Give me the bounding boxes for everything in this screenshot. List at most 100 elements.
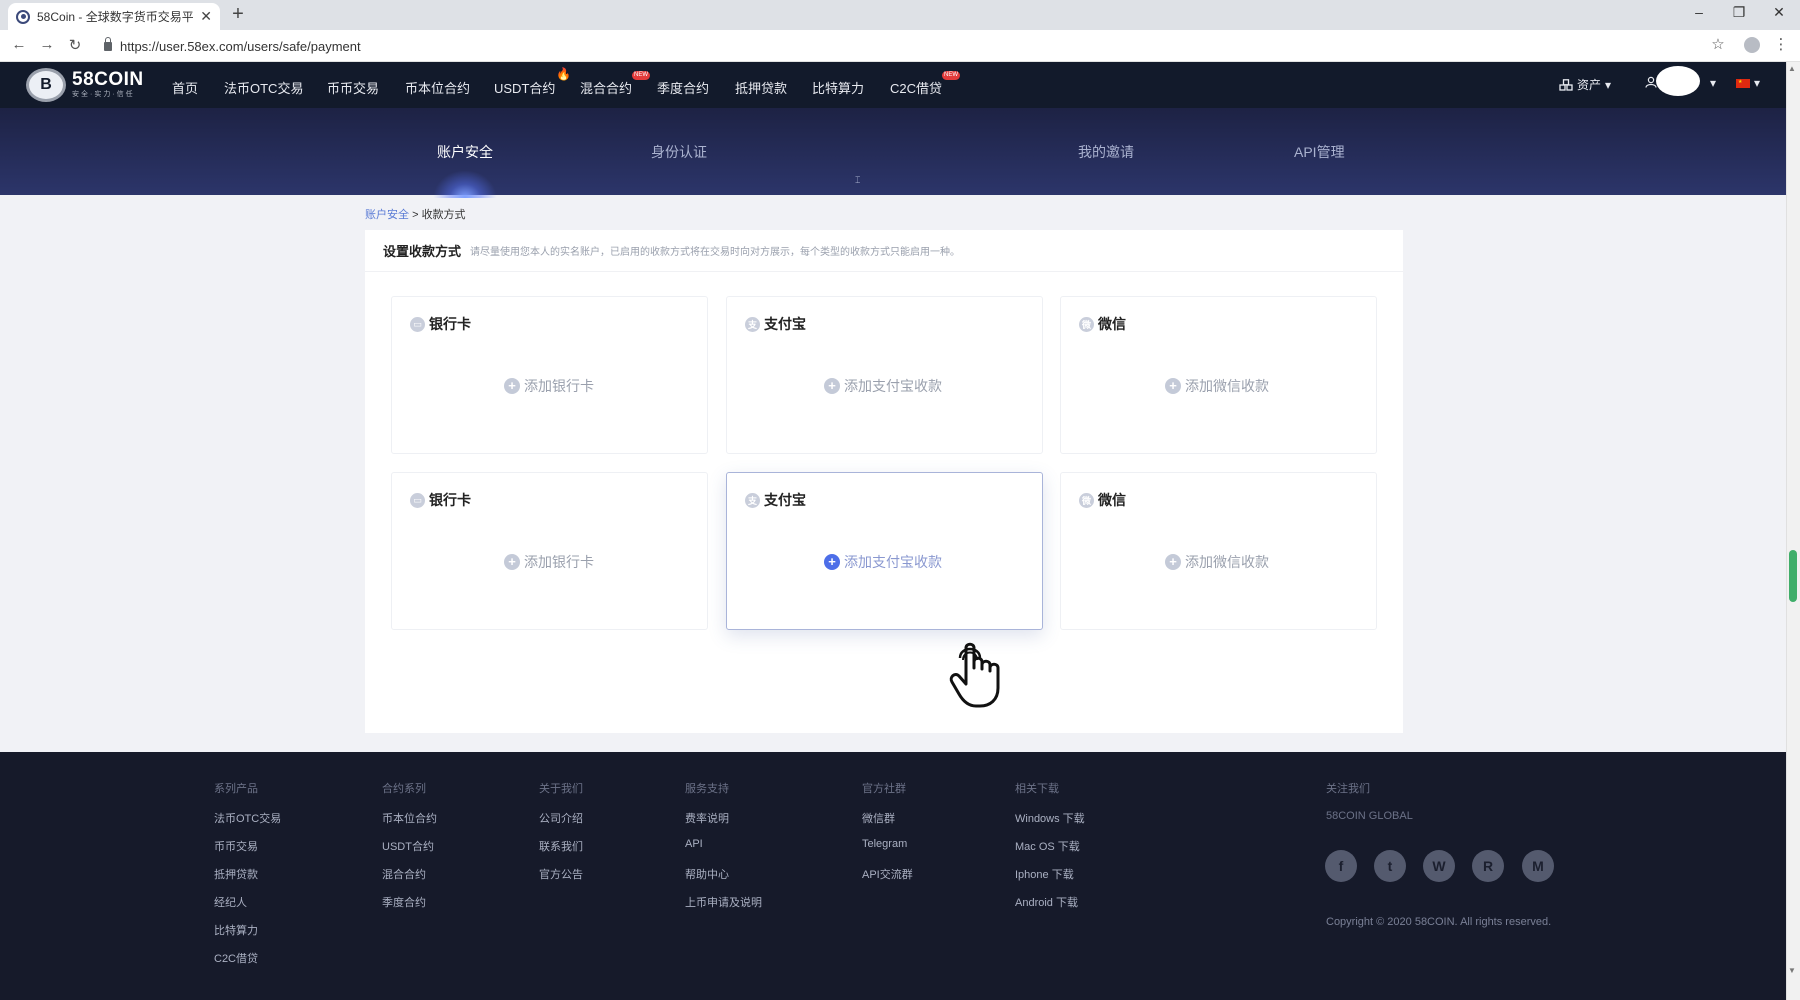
browser-tab[interactable]: 58Coin - 全球数字货币交易平台 ✕ xyxy=(8,3,220,30)
new-badge: NEW xyxy=(632,71,650,80)
add-alipay-button[interactable]: + 添加支付宝收款 xyxy=(824,376,942,396)
footer-link[interactable]: 微信群 xyxy=(862,810,895,826)
tab-account-security[interactable]: 账户安全 xyxy=(437,142,493,162)
collapse-icon[interactable]: ⌶ xyxy=(855,175,860,186)
reload-button[interactable]: ↻ xyxy=(64,36,86,54)
footer-link[interactable]: 官方公告 xyxy=(539,866,583,882)
add-label: 添加银行卡 xyxy=(524,378,594,394)
footer-link[interactable]: Iphone 下载 xyxy=(1015,866,1074,882)
bookmark-star-icon[interactable]: ☆ xyxy=(1707,35,1729,53)
footer-link[interactable]: API xyxy=(685,838,703,850)
nav-mixed-futures[interactable]: 混合合约 xyxy=(580,78,632,97)
footer-link[interactable]: C2C借贷 xyxy=(214,950,258,966)
minimize-button[interactable]: – xyxy=(1684,4,1714,20)
forward-button[interactable]: → xyxy=(36,36,58,53)
footer-link[interactable]: 上币申请及说明 xyxy=(685,894,762,910)
plus-circle-icon: + xyxy=(504,554,520,570)
add-wechat-button[interactable]: + 添加微信收款 xyxy=(1165,552,1269,572)
twitter-icon[interactable]: t xyxy=(1374,850,1406,882)
footer-link[interactable]: USDT合约 xyxy=(382,838,434,854)
panel-header: 设置收款方式 请尽量使用您本人的实名账户，已启用的收款方式将在交易时向对方展示，… xyxy=(365,230,1403,272)
scroll-up-icon[interactable]: ▲ xyxy=(1788,64,1796,73)
card-title-text: 支付宝 xyxy=(764,316,806,332)
footer-link[interactable]: 法币OTC交易 xyxy=(214,810,281,826)
site-logo[interactable]: B 58COIN 安全·实力·信任 xyxy=(26,68,144,102)
tab-identity-verification[interactable]: 身份认证 xyxy=(651,142,707,162)
nav-spot[interactable]: 币币交易 xyxy=(327,78,379,97)
back-button[interactable]: ← xyxy=(8,36,30,53)
plus-circle-icon: + xyxy=(824,378,840,394)
breadcrumb-current: 收款方式 xyxy=(421,209,466,221)
tab-close-icon[interactable]: ✕ xyxy=(200,8,212,25)
footer-global-label: 58COIN GLOBAL xyxy=(1326,810,1413,822)
footer-link[interactable]: 比特算力 xyxy=(214,922,258,938)
nav-c2c-lending[interactable]: C2C借贷 xyxy=(890,78,942,97)
language-menu[interactable]: ★ ▾ xyxy=(1736,76,1760,90)
breadcrumb-link-account-security[interactable]: 账户安全 xyxy=(365,209,409,221)
url-field[interactable]: https://user.58ex.com/users/safe/payment xyxy=(100,34,1700,58)
hand-cursor-icon xyxy=(949,642,1000,708)
add-alipay-button[interactable]: + 添加支付宝收款 xyxy=(824,552,942,572)
plus-circle-icon: + xyxy=(824,554,840,570)
footer-link[interactable]: 公司介绍 xyxy=(539,810,583,826)
add-label: 添加支付宝收款 xyxy=(844,378,942,394)
chevron-down-icon: ▾ xyxy=(1754,76,1761,90)
new-tab-button[interactable]: + xyxy=(228,3,248,27)
assets-menu[interactable]: 资产 ▾ xyxy=(1559,76,1611,93)
footer-link[interactable]: API交流群 xyxy=(862,866,913,882)
footer-link[interactable]: 币币交易 xyxy=(214,838,258,854)
add-wechat-button[interactable]: + 添加微信收款 xyxy=(1165,376,1269,396)
nav-quarterly-futures[interactable]: 季度合约 xyxy=(657,78,709,97)
nav-usdt-futures[interactable]: USDT合约 xyxy=(494,78,555,97)
wechat-icon: 微 xyxy=(1079,492,1094,508)
footer-link[interactable]: 抵押贷款 xyxy=(214,866,258,882)
footer-link[interactable]: 币本位合约 xyxy=(382,810,437,826)
assets-label: 资产 xyxy=(1577,78,1602,92)
page-scrollbar[interactable] xyxy=(1786,62,1800,1000)
restore-button[interactable]: ❐ xyxy=(1724,4,1754,21)
scroll-down-icon[interactable]: ▼ xyxy=(1788,966,1796,975)
browser-menu-icon[interactable]: ⋮ xyxy=(1770,35,1792,53)
footer-link[interactable]: 季度合约 xyxy=(382,894,426,910)
new-badge: NEW xyxy=(942,71,960,80)
hot-flame-icon: 🔥 xyxy=(556,67,571,81)
footer-link[interactable]: Windows 下载 xyxy=(1015,810,1085,826)
panel-hint: 请尽量使用您本人的实名账户，已启用的收款方式将在交易时向对方展示，每个类型的收款… xyxy=(470,247,961,258)
footer-link[interactable]: Mac OS 下载 xyxy=(1015,838,1080,854)
tab-my-invites[interactable]: 我的邀请 xyxy=(1078,142,1134,162)
medium-icon[interactable]: M xyxy=(1522,850,1554,882)
footer-link[interactable]: 联系我们 xyxy=(539,838,583,854)
footer-link[interactable]: Telegram xyxy=(862,838,907,850)
chevron-down-icon[interactable]: ▾ xyxy=(1710,76,1716,90)
nav-collateral-loan[interactable]: 抵押贷款 xyxy=(735,78,787,97)
wallet-icon xyxy=(1559,78,1573,91)
logo-coin-icon: B xyxy=(26,68,66,102)
profile-icon[interactable] xyxy=(1744,37,1760,53)
scrollbar-thumb[interactable] xyxy=(1789,550,1797,602)
card-title-text: 银行卡 xyxy=(429,492,471,508)
footer-link[interactable]: Android 下载 xyxy=(1015,894,1078,910)
alipay-icon: 支 xyxy=(745,492,760,508)
footer-link[interactable]: 经纪人 xyxy=(214,894,247,910)
footer-heading: 关注我们 xyxy=(1326,783,1370,795)
avatar[interactable] xyxy=(1656,66,1700,96)
plus-circle-icon: + xyxy=(504,378,520,394)
nav-hashrate[interactable]: 比特算力 xyxy=(812,78,864,97)
alipay-icon: 支 xyxy=(745,316,760,332)
weibo-icon[interactable]: W xyxy=(1423,850,1455,882)
reddit-icon[interactable]: R xyxy=(1472,850,1504,882)
tab-api-management[interactable]: API管理 xyxy=(1294,142,1345,162)
nav-coin-margined-futures[interactable]: 币本位合约 xyxy=(405,78,470,97)
nav-home[interactable]: 首页 xyxy=(172,78,198,97)
add-bank-card-button[interactable]: + 添加银行卡 xyxy=(504,552,594,572)
add-label: 添加微信收款 xyxy=(1185,378,1269,394)
nav-fiat-otc[interactable]: 法币OTC交易 xyxy=(224,78,303,97)
facebook-icon[interactable]: f xyxy=(1325,850,1357,882)
add-bank-card-button[interactable]: + 添加银行卡 xyxy=(504,376,594,396)
footer-link[interactable]: 混合合约 xyxy=(382,866,426,882)
card-title-bank: ▭ 银行卡 xyxy=(410,314,471,334)
footer-link[interactable]: 帮助中心 xyxy=(685,866,729,882)
footer-link[interactable]: 费率说明 xyxy=(685,810,729,826)
window-close-button[interactable]: ✕ xyxy=(1764,4,1794,21)
active-tab-glow xyxy=(433,170,497,198)
